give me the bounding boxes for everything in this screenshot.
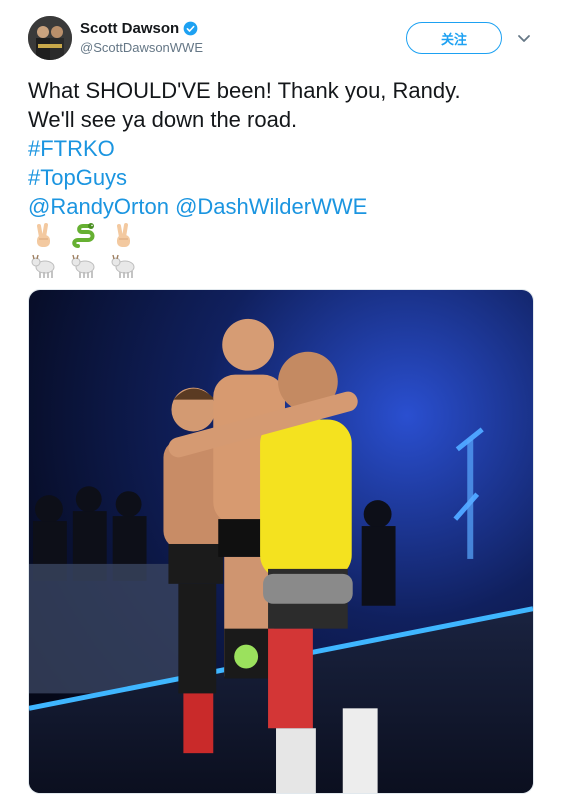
tweet-photo[interactable] <box>28 289 534 794</box>
display-name-text[interactable]: Scott Dawson <box>80 20 179 37</box>
mention-link[interactable]: @RandyOrton <box>28 194 169 219</box>
goat-icon <box>71 254 95 278</box>
tweet-text-line: What SHOULD'VE been! Thank you, Randy. <box>28 78 461 103</box>
author-handle[interactable]: @ScottDawsonWWE <box>80 40 203 55</box>
goat-icon <box>111 254 135 278</box>
emoji-row <box>30 222 138 250</box>
victory-hand-icon <box>37 223 50 247</box>
goat-icon <box>31 254 55 278</box>
author-info: Scott Dawson @ScottDawsonWWE <box>80 20 203 55</box>
tweet-text-line: We'll see ya down the road. <box>28 107 298 132</box>
author-name[interactable]: Scott Dawson <box>80 20 203 37</box>
tweet-header: Scott Dawson @ScottDawsonWWE 关注 <box>28 16 548 64</box>
hashtag-link[interactable]: #TopGuys <box>28 163 538 192</box>
hashtag-link[interactable]: #FTRKO <box>28 134 538 163</box>
emoji-row <box>30 252 138 280</box>
avatar[interactable] <box>28 16 72 60</box>
chevron-down-icon[interactable] <box>516 30 532 46</box>
follow-button[interactable]: 关注 <box>406 22 502 54</box>
tweet-text: What SHOULD'VE been! Thank you, Randy. W… <box>28 76 538 221</box>
victory-hand-icon <box>117 223 130 247</box>
mention-link[interactable]: @DashWilderWWE <box>175 194 367 219</box>
verified-badge-icon <box>183 21 198 36</box>
snake-icon <box>72 223 95 248</box>
